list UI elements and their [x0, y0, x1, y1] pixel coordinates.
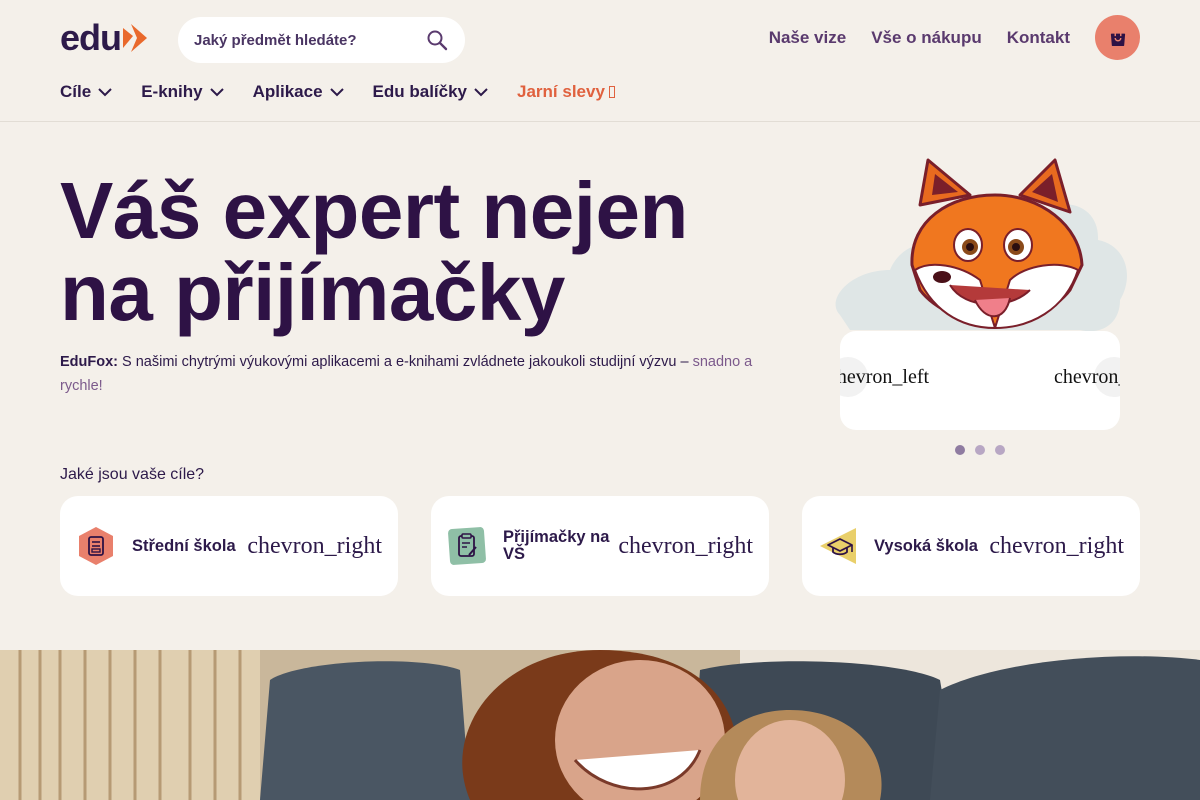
goal-card-vysoka-skola[interactable]: Vysoká škola chevron_right [802, 496, 1140, 596]
fox-logo-icon [123, 24, 148, 52]
nav-item-label: Aplikace [252, 82, 323, 101]
search-icon[interactable] [425, 28, 449, 52]
carousel-dot[interactable] [995, 445, 1005, 455]
fox-mascot-illustration [835, 158, 1127, 332]
chevron-right-icon: chevron_right [989, 532, 1124, 559]
chevron-right-icon: chevron_right [1054, 366, 1120, 388]
link-kontakt[interactable]: Kontakt [1007, 28, 1070, 48]
school-book-icon [79, 527, 113, 565]
hero-title: Váš expert nejen na přijímačky [60, 170, 780, 334]
nav-item-label: Cíle [60, 82, 92, 101]
chevron-down-icon [209, 88, 224, 97]
hero-family-photo [0, 650, 1200, 800]
search-input[interactable] [194, 31, 425, 49]
goal-label: Vysoká škola [874, 536, 978, 555]
shopping-bag-icon [1110, 29, 1125, 46]
goal-card-prijimacky-na-vs[interactable]: Přijímačky na VŠ chevron_right [431, 496, 769, 596]
link-vse-o-nakupu[interactable]: Vše o nákupu [871, 28, 982, 48]
hero-desc-text: S našimi chytrými výukovými aplikacemi a… [118, 354, 693, 370]
nav-item-label: Edu balíčky [372, 82, 468, 101]
chevron-down-icon [98, 88, 112, 97]
hero-description: EduFox: S našimi chytrými výukovými apli… [60, 350, 760, 398]
carousel-dots [955, 445, 1005, 455]
carousel-card: chevron_left chevron_right [840, 331, 1120, 430]
goals-heading: Jaké jsou vaše cíle? [60, 466, 205, 483]
main-nav: Cíle E-knihy Aplikace Edu balíčky Jarní … [60, 82, 643, 102]
goal-card-stredni-skola[interactable]: Střední škola chevron_right [60, 496, 398, 596]
clipboard-pen-icon [448, 527, 486, 565]
nav-item-e-knihy[interactable]: E-knihy [141, 82, 224, 102]
hero-brand: EduFox: [60, 354, 118, 370]
carousel-next-button[interactable]: chevron_right [1054, 357, 1120, 397]
logo[interactable]: edu [60, 17, 148, 58]
chevron-down-icon [474, 88, 488, 97]
cart-button[interactable] [1095, 15, 1140, 60]
site-header: edu Naše vize Vše o nákupu Kontakt Cíle … [0, 0, 1200, 122]
nav-item-cile[interactable]: Cíle [60, 82, 113, 102]
chevron-left-icon: chevron_left [840, 366, 930, 388]
chevron-right-icon: chevron_right [618, 532, 753, 559]
hero-title-line1: Váš expert nejen [60, 166, 688, 255]
nav-item-edu-balicky[interactable]: Edu balíčky [373, 82, 489, 102]
carousel-dot[interactable] [975, 445, 985, 455]
logo-text: edu [60, 17, 122, 58]
nav-item-aplikace[interactable]: Aplikace [253, 82, 345, 102]
goal-label: Střední škola [132, 536, 236, 555]
nav-item-jarni-slevy[interactable]: Jarní slevy [517, 82, 615, 102]
chevron-right-icon: chevron_right [247, 532, 382, 559]
carousel-dot[interactable] [955, 445, 965, 455]
link-nase-vize[interactable]: Naše vize [769, 28, 847, 48]
nav-item-label: E-knihy [141, 82, 203, 101]
goal-label: Přijímačky na VŠ [503, 528, 610, 563]
graduation-cap-icon [820, 528, 856, 564]
missing-glyph-icon [608, 86, 615, 98]
chevron-down-icon [329, 88, 344, 97]
search-bar[interactable] [178, 17, 465, 63]
carousel-prev-button[interactable]: chevron_left [840, 357, 929, 397]
hero-title-line2: na přijímačky [60, 248, 565, 337]
top-links: Naše vize Vše o nákupu Kontakt [769, 28, 1070, 48]
nav-item-label: Jarní slevy [517, 82, 605, 101]
